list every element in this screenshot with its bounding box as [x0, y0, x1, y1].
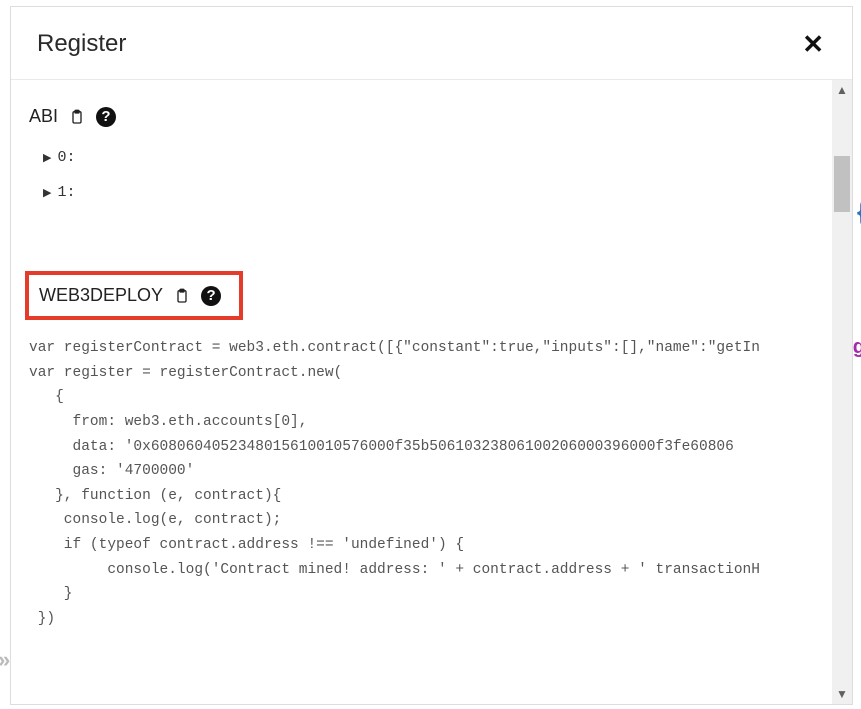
clipboard-icon[interactable] — [68, 107, 86, 127]
abi-item-1[interactable]: ▶ 1: — [43, 178, 832, 207]
help-icon[interactable]: ? — [201, 286, 221, 306]
abi-section-heading: ABI ? — [29, 106, 832, 127]
clipboard-icon[interactable] — [173, 286, 191, 306]
background-g-char: g — [853, 336, 861, 359]
abi-item-label: 1: — [57, 184, 75, 201]
web3deploy-code[interactable]: var registerContract = web3.eth.contract… — [29, 336, 827, 638]
web3deploy-section: WEB3DEPLOY ? var registerContract = web3… — [29, 271, 832, 638]
scroll-down-button[interactable]: ▼ — [832, 684, 852, 704]
scroll-up-button[interactable]: ▲ — [832, 80, 852, 100]
caret-right-icon: ▶ — [43, 186, 51, 200]
register-modal: Register ✕ ABI ? ▶ 0: ▶ 1: — [10, 6, 853, 705]
background-brace-icon: { — [857, 196, 861, 227]
modal-body-wrap: ABI ? ▶ 0: ▶ 1: — [11, 80, 852, 704]
modal-header: Register ✕ — [11, 7, 852, 80]
caret-right-icon: ▶ — [43, 151, 51, 165]
web3deploy-highlight-box: WEB3DEPLOY ? — [25, 271, 243, 320]
help-icon[interactable]: ? — [96, 107, 116, 127]
code-content: var registerContract = web3.eth.contract… — [29, 340, 760, 627]
abi-label: ABI — [29, 106, 58, 127]
web3deploy-label: WEB3DEPLOY — [39, 285, 163, 306]
abi-item-0[interactable]: ▶ 0: — [43, 143, 832, 172]
scroll-thumb[interactable] — [834, 156, 850, 212]
modal-title: Register — [37, 30, 126, 58]
modal-body: ABI ? ▶ 0: ▶ 1: — [11, 80, 832, 704]
close-button[interactable]: ✕ — [796, 29, 830, 59]
abi-item-label: 0: — [57, 149, 75, 166]
vertical-scrollbar[interactable]: ▲ ▼ — [832, 80, 852, 704]
